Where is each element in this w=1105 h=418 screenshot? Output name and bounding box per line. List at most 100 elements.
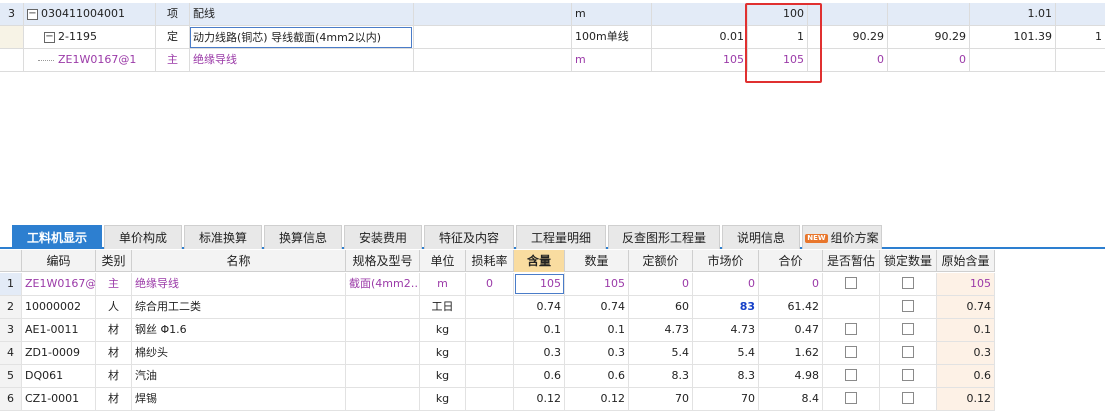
table-row-main-material[interactable]: ZE1W0167@1 主 绝缘导线 m 105 105 0 0 [0,49,1105,72]
resource-name[interactable]: 焊锡 [132,388,346,410]
resource-market-price[interactable]: 4.73 [693,319,759,341]
resource-market-price[interactable]: 8.3 [693,365,759,387]
resource-name[interactable]: 绝缘导线 [132,273,346,295]
header-original-content[interactable]: 原始含量 [937,250,995,272]
header-quantity[interactable]: 数量 [565,250,629,272]
resource-unit[interactable]: kg [420,342,466,364]
material-qty[interactable]: 105 [652,49,748,71]
resource-content[interactable]: 0.1 [514,319,565,341]
header-total-price[interactable]: 合价 [759,250,823,272]
tab-features[interactable]: 特征及内容 [424,225,514,249]
header-loss-rate[interactable]: 损耗率 [466,250,514,272]
resource-loss-rate[interactable] [466,319,514,341]
resource-spec[interactable] [346,342,420,364]
table-row[interactable]: 2 10000002 人 综合用工二类 工日 0.74 0.74 60 83 6… [0,296,995,319]
resource-name[interactable]: 棉纱头 [132,342,346,364]
tab-quantity-detail[interactable]: 工程量明细 [516,225,606,249]
tab-graphic-quantity[interactable]: 反查图形工程量 [608,225,720,249]
quota-feature[interactable] [414,26,572,48]
lock-quantity-checkbox[interactable] [902,323,914,335]
resource-content[interactable]: 0.3 [514,342,565,364]
resource-category[interactable]: 人 [96,296,132,318]
table-row-quota[interactable]: −2-1195 定 动力线路(铜芯) 导线截面(4mm2以内) 100m单线 0… [0,26,1105,49]
table-row[interactable]: 4 ZD1-0009 材 棉纱头 kg 0.3 0.3 5.4 5.4 1.62… [0,342,995,365]
resource-quantity[interactable]: 0.3 [565,342,629,364]
item-name[interactable]: 配线 [190,3,414,25]
resource-name[interactable]: 综合用工二类 [132,296,346,318]
lock-quantity-checkbox[interactable] [902,369,914,381]
estimate-checkbox[interactable] [845,346,857,358]
resource-quantity[interactable]: 0.1 [565,319,629,341]
tab-conversion-info[interactable]: 换算信息 [264,225,342,249]
header-content[interactable]: 含量 [514,250,565,272]
table-row[interactable]: 5 DQ061 材 汽油 kg 0.6 0.6 8.3 8.3 4.98 0.6 [0,365,995,388]
tab-resource-display[interactable]: 工料机显示 [12,225,102,249]
resource-market-price[interactable]: 83 [693,296,759,318]
resource-market-price[interactable]: 0 [693,273,759,295]
resource-spec[interactable] [346,365,420,387]
header-market-price[interactable]: 市场价 [693,250,759,272]
resource-unit[interactable]: m [420,273,466,295]
resource-quantity[interactable]: 105 [565,273,629,295]
resource-code[interactable]: DQ061 [22,365,96,387]
resource-content[interactable]: 0.74 [514,296,565,318]
resource-market-price[interactable]: 70 [693,388,759,410]
item-unit[interactable]: m [572,3,652,25]
resource-unit[interactable]: 工日 [420,296,466,318]
estimate-checkbox[interactable] [845,369,857,381]
quota-name-input[interactable]: 动力线路(铜芯) 导线截面(4mm2以内) [190,27,412,48]
resource-loss-rate[interactable] [466,388,514,410]
material-name[interactable]: 绝缘导线 [190,49,414,71]
resource-code[interactable]: CZ1-0001 [22,388,96,410]
resource-content-input[interactable]: 105 [514,273,565,295]
quota-name-cell[interactable]: 动力线路(铜芯) 导线截面(4mm2以内) [190,26,414,48]
resource-content[interactable]: 0.6 [514,365,565,387]
collapse-icon[interactable]: − [44,31,55,43]
resource-content[interactable]: 0.12 [514,388,565,410]
lock-quantity-checkbox[interactable] [902,392,914,404]
estimate-checkbox[interactable] [845,392,857,404]
material-code-cell[interactable]: ZE1W0167@1 [24,49,156,71]
header-name[interactable]: 名称 [132,250,346,272]
resource-category[interactable]: 材 [96,319,132,341]
resource-name[interactable]: 钢丝 Φ1.6 [132,319,346,341]
table-row-item[interactable]: 3 −030411004001 项 配线 m 100 1.01 [0,3,1105,26]
item-qty[interactable] [652,3,748,25]
material-unit[interactable]: m [572,49,652,71]
resource-market-price[interactable]: 5.4 [693,342,759,364]
resource-quantity[interactable]: 0.12 [565,388,629,410]
item-feature[interactable] [414,3,572,25]
material-feature[interactable] [414,49,572,71]
tab-unit-price[interactable]: 单价构成 [104,225,182,249]
tab-standard-conversion[interactable]: 标准换算 [184,225,262,249]
quota-unit[interactable]: 100m单线 [572,26,652,48]
resource-spec[interactable]: 截面(4mm2… [346,273,420,295]
resource-quantity[interactable]: 0.6 [565,365,629,387]
tab-pricing-plan[interactable]: NEW 组价方案 [802,225,882,249]
resource-loss-rate[interactable] [466,296,514,318]
estimate-checkbox[interactable] [845,323,857,335]
resource-name[interactable]: 汽油 [132,365,346,387]
header-category[interactable]: 类别 [96,250,132,272]
lock-quantity-checkbox[interactable] [902,300,914,312]
header-lock-quantity[interactable]: 锁定数量 [880,250,937,272]
table-row[interactable]: 1 ZE1W0167@1 主 绝缘导线 截面(4mm2… m 0 105 105… [0,273,995,296]
resource-unit[interactable]: kg [420,319,466,341]
header-unit[interactable]: 单位 [420,250,466,272]
table-row[interactable]: 3 AE1-0011 材 钢丝 Φ1.6 kg 0.1 0.1 4.73 4.7… [0,319,995,342]
resource-category[interactable]: 材 [96,342,132,364]
header-is-estimate[interactable]: 是否暂估 [823,250,880,272]
quota-qty[interactable]: 0.01 [652,26,748,48]
resource-loss-rate[interactable] [466,342,514,364]
resource-code[interactable]: 10000002 [22,296,96,318]
resource-spec[interactable] [346,296,420,318]
collapse-icon[interactable]: − [27,8,38,20]
tab-install-fee[interactable]: 安装费用 [344,225,422,249]
tab-description[interactable]: 说明信息 [722,225,800,249]
item-code-cell[interactable]: −030411004001 [24,3,156,25]
resource-category[interactable]: 主 [96,273,132,295]
resource-category[interactable]: 材 [96,388,132,410]
resource-loss-rate[interactable] [466,365,514,387]
resource-code[interactable]: ZE1W0167@1 [22,273,96,295]
resource-spec[interactable] [346,319,420,341]
